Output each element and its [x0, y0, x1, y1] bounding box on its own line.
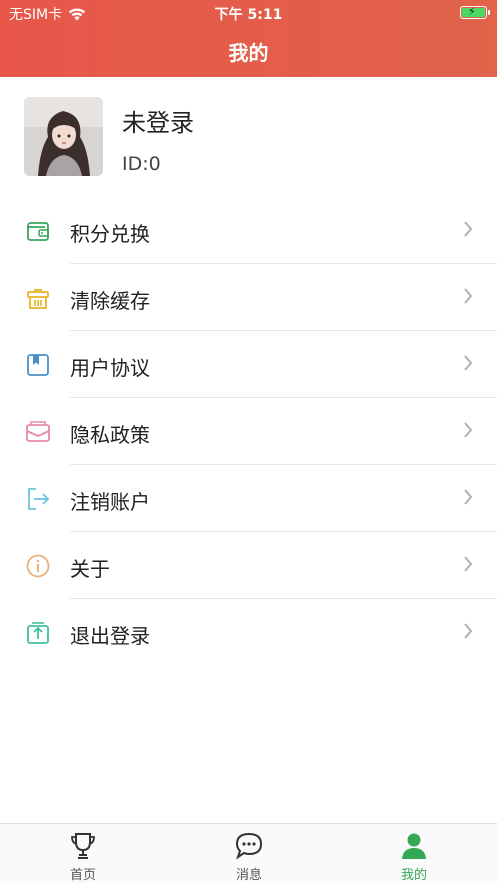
- top-header: 无SIM卡 下午 5:11 ⚡ 我的: [0, 0, 497, 77]
- menu-item-about[interactable]: 关于: [0, 532, 497, 599]
- avatar[interactable]: [24, 97, 103, 176]
- menu-item-label: 隐私政策: [70, 423, 150, 447]
- menu-item-label: 积分兑换: [70, 222, 150, 246]
- menu-item-label: 退出登录: [70, 624, 150, 648]
- wallet-icon: [27, 222, 49, 241]
- tab-label: 我的: [400, 868, 427, 883]
- chevron-right-icon: [464, 623, 473, 639]
- tab-label: 消息: [235, 868, 262, 883]
- tab-home[interactable]: 首页: [0, 824, 166, 883]
- chat-bubble-icon: [235, 832, 263, 860]
- chevron-right-icon: [464, 355, 473, 371]
- clock: 下午 5:11: [214, 7, 283, 23]
- logout-arrow-icon: [28, 488, 50, 510]
- exit-box-icon: [27, 622, 49, 644]
- page-title: 我的: [228, 41, 269, 65]
- menu-item-logout[interactable]: 退出登录: [0, 599, 497, 666]
- chevron-right-icon: [464, 422, 473, 438]
- settings-menu: 积分兑换 清除缓存 用户协议 隐私政策 注销账户 关于 退出登录: [0, 197, 497, 666]
- profile-section[interactable]: 未登录 ID:0: [0, 77, 497, 195]
- menu-item-user-agreement[interactable]: 用户协议: [0, 331, 497, 398]
- chevron-right-icon: [464, 489, 473, 505]
- menu-item-deactivate-account[interactable]: 注销账户: [0, 465, 497, 532]
- battery-icon: ⚡: [460, 5, 490, 19]
- tab-mine[interactable]: 我的: [331, 824, 497, 883]
- chevron-right-icon: [464, 288, 473, 304]
- person-icon: [402, 833, 426, 859]
- menu-item-label: 注销账户: [70, 490, 150, 514]
- trash-icon: [27, 289, 49, 309]
- menu-item-label: 关于: [70, 557, 110, 581]
- chevron-right-icon: [464, 556, 473, 572]
- tab-messages[interactable]: 消息: [166, 824, 332, 883]
- status-bar: 无SIM卡 下午 5:11 ⚡: [0, 0, 497, 26]
- chevron-right-icon: [464, 221, 473, 237]
- menu-item-points-exchange[interactable]: 积分兑换: [0, 197, 497, 264]
- menu-item-clear-cache[interactable]: 清除缓存: [0, 264, 497, 331]
- menu-item-privacy-policy[interactable]: 隐私政策: [0, 398, 497, 465]
- username[interactable]: 未登录: [122, 103, 194, 138]
- trophy-icon: [71, 833, 95, 859]
- menu-item-label: 用户协议: [70, 356, 150, 380]
- user-id: ID:0: [122, 153, 161, 175]
- bookmark-book-icon: [27, 354, 49, 376]
- mail-icon: [26, 421, 50, 442]
- tab-label: 首页: [69, 868, 96, 883]
- info-icon: [26, 554, 50, 578]
- tab-bar: 首页 消息 我的: [0, 823, 497, 883]
- menu-item-label: 清除缓存: [70, 289, 150, 313]
